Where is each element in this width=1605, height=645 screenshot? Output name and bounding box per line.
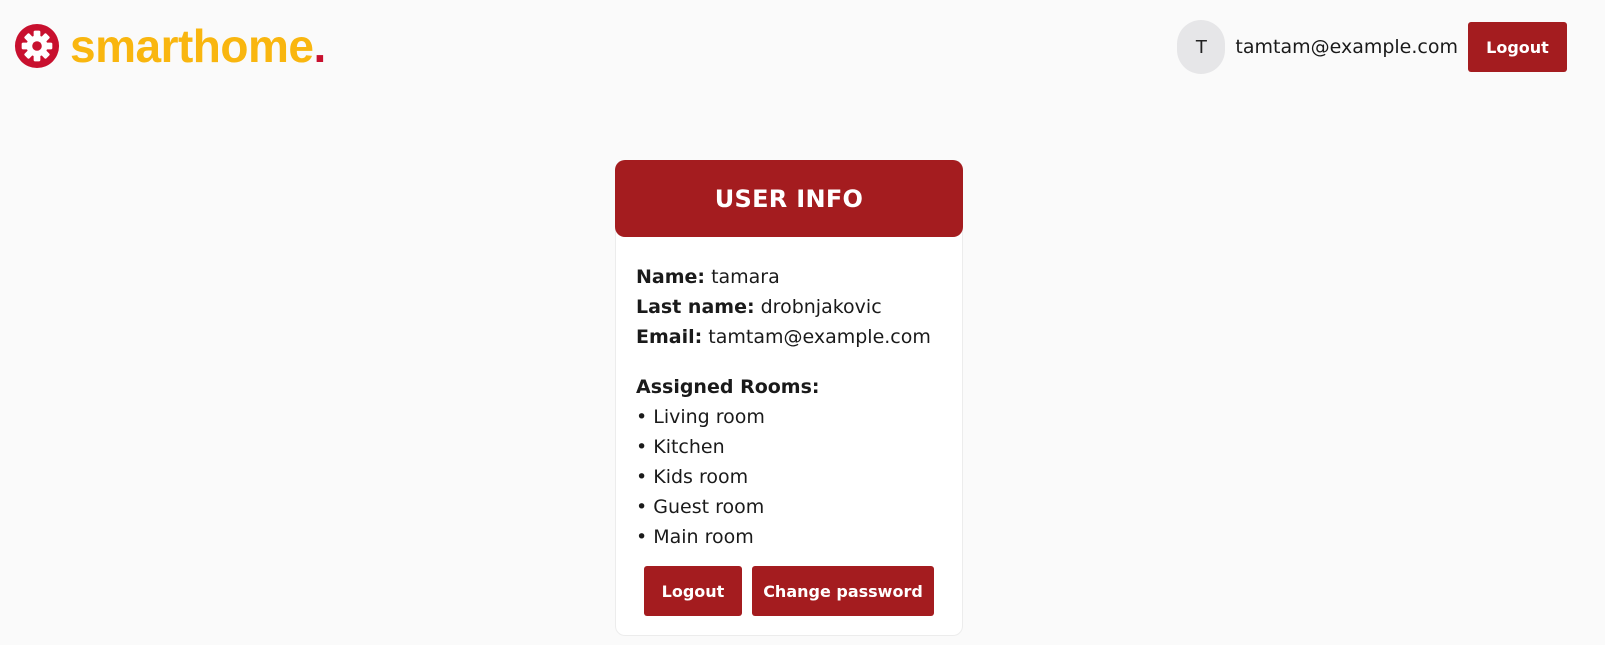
card-body: Name: tamara Last name: drobnjakovic Ema… [616, 237, 962, 552]
last-name-row: Last name: drobnjakovic [636, 292, 942, 322]
logo[interactable]: smarthome. [14, 20, 326, 72]
email-row: Email: tamtam@example.com [636, 322, 942, 352]
name-value: tamara [711, 266, 780, 288]
rooms-label: Assigned Rooms: [636, 376, 820, 398]
room-item: • Living room [636, 406, 765, 428]
card-title: USER INFO [714, 184, 864, 213]
room-item: • Main room [636, 526, 754, 548]
email-label: Email: [636, 326, 703, 348]
logo-dot: . [313, 20, 327, 72]
user-info-card: USER INFO Name: tamara Last name: drobnj… [615, 160, 963, 636]
email-value: tamtam@example.com [708, 326, 931, 348]
room-item: • Kids room [636, 466, 749, 488]
logo-text: smarthome [70, 20, 314, 72]
header-user-email: tamtam@example.com [1235, 36, 1458, 58]
header-logout-button[interactable]: Logout [1468, 22, 1567, 72]
name-row: Name: tamara [636, 262, 942, 292]
room-item: • Guest room [636, 496, 765, 518]
avatar[interactable]: T [1177, 20, 1226, 74]
gear-icon [14, 23, 60, 69]
last-name-label: Last name: [636, 296, 755, 318]
name-label: Name: [636, 266, 706, 288]
assigned-rooms: Assigned Rooms: • Living room • Kitchen … [636, 372, 942, 552]
card-header: USER INFO [615, 160, 963, 237]
last-name-value: drobnjakovic [760, 296, 882, 318]
room-item: • Kitchen [636, 436, 725, 458]
top-header: smarthome. T tamtam@example.com Logout [0, 0, 1605, 95]
card-actions: Logout Change password [644, 566, 934, 616]
change-password-button[interactable]: Change password [752, 566, 934, 616]
user-area: T tamtam@example.com Logout [1177, 20, 1567, 74]
card-logout-button[interactable]: Logout [644, 566, 742, 616]
